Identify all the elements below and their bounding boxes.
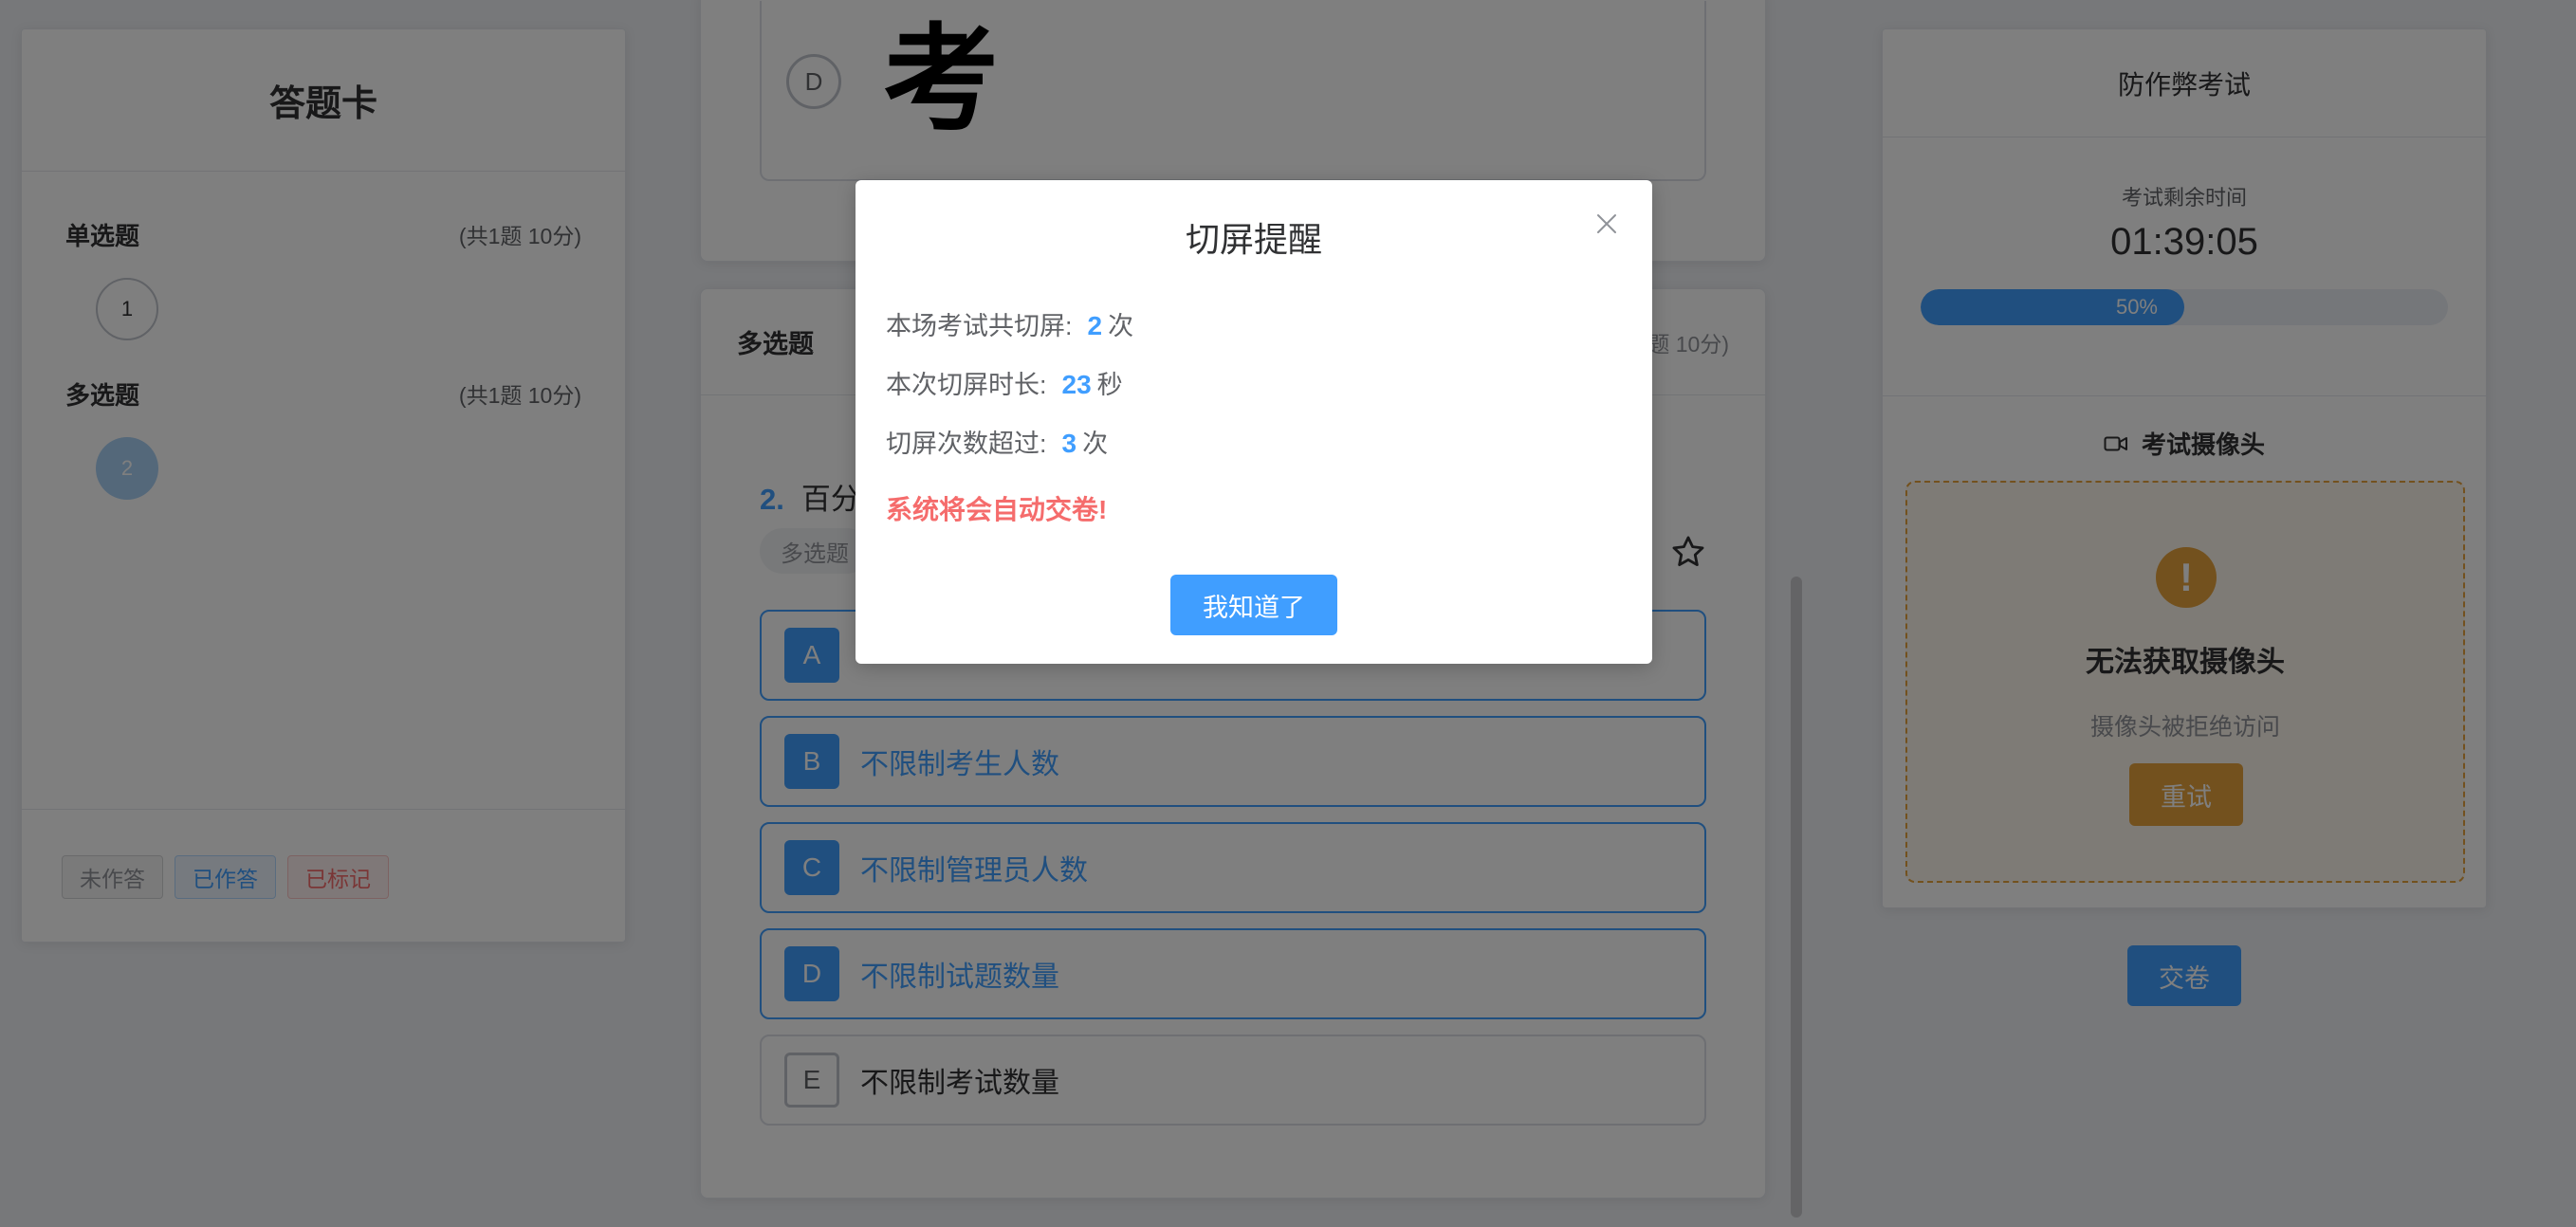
switch-limit-value: 3 — [1061, 429, 1077, 458]
acknowledge-button[interactable]: 我知道了 — [1170, 575, 1337, 635]
switch-duration-value: 23 — [1061, 370, 1092, 399]
switch-count-unit: 次 — [1108, 312, 1134, 340]
screen-switch-alert-dialog: 切屏提醒 本场考试共切屏: 2 次 本次切屏时长: 23 秒 切屏次数超过: 3 次 系统将… — [856, 180, 1652, 664]
switch-limit-unit: 次 — [1082, 430, 1109, 458]
switch-count-row: 本场考试共切屏: 2 次 — [886, 305, 1133, 342]
switch-duration-row: 本次切屏时长: 23 秒 — [886, 364, 1123, 401]
auto-submit-warning: 系统将会自动交卷! — [886, 495, 1108, 524]
close-icon[interactable] — [1592, 209, 1622, 239]
switch-count-value: 2 — [1087, 311, 1103, 340]
dialog-title: 切屏提醒 — [1185, 220, 1322, 259]
switch-limit-label: 切屏次数超过: — [886, 430, 1047, 458]
switch-count-label: 本场考试共切屏: — [886, 312, 1073, 340]
switch-duration-label: 本次切屏时长: — [886, 371, 1047, 399]
switch-limit-row: 切屏次数超过: 3 次 — [886, 423, 1108, 460]
switch-duration-unit: 秒 — [1096, 371, 1123, 399]
